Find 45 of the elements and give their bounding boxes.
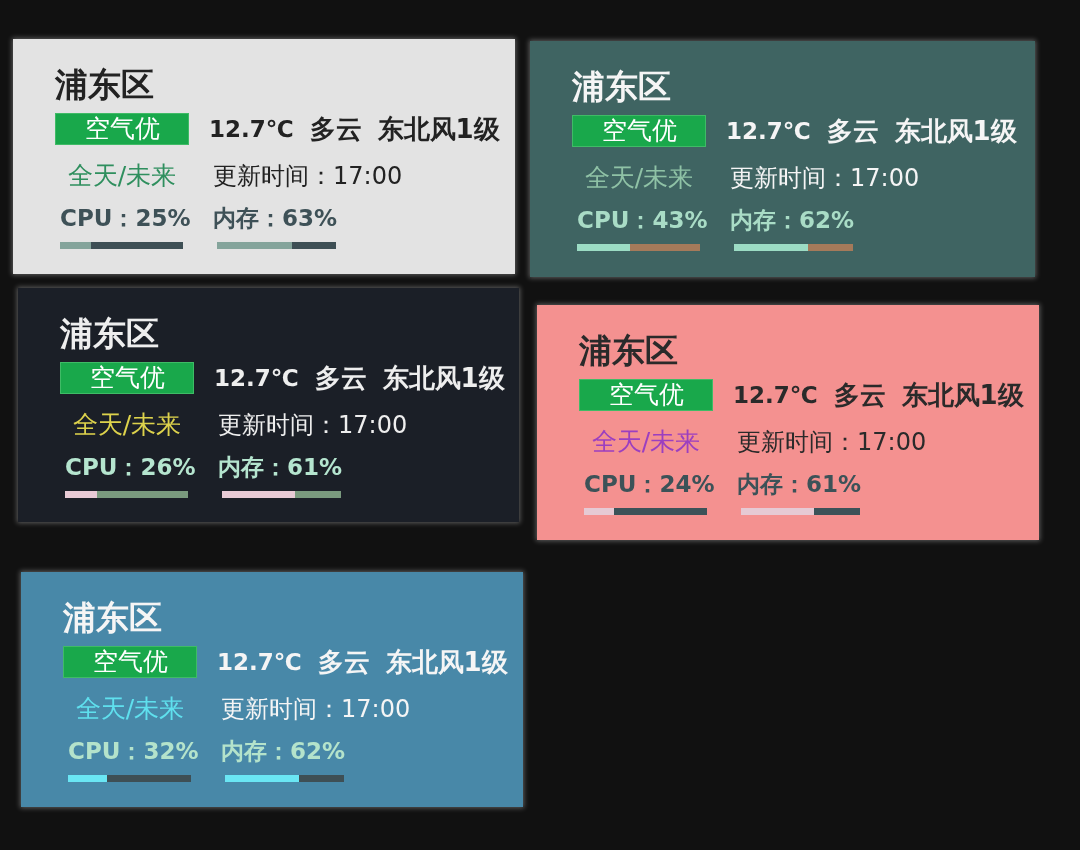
cpu-usage-label: CPU：25%: [60, 204, 191, 233]
cpu-usage-label: CPU：32%: [68, 737, 199, 766]
update-time: 更新时间：17:00: [221, 694, 411, 724]
wind-text: 东北风1级: [901, 380, 1024, 410]
weather-condition: 多云: [826, 116, 879, 146]
forecast-link[interactable]: 全天/未来: [584, 163, 694, 193]
wind-text: 东北风1级: [385, 647, 508, 677]
wind-text: 东北风1级: [377, 114, 500, 144]
air-quality-badge: 空气优: [579, 379, 713, 411]
wind-text: 东北风1级: [894, 116, 1017, 146]
temperature-text: 12.7℃: [214, 364, 299, 393]
air-quality-badge: 空气优: [572, 115, 706, 147]
cpu-usage-label: CPU：26%: [65, 453, 196, 482]
wind-text: 东北风1级: [382, 363, 505, 393]
weather-condition: 多云: [833, 380, 886, 410]
forecast-link[interactable]: 全天/未来: [591, 427, 701, 457]
air-quality-badge: 空气优: [60, 362, 194, 394]
temperature-text: 12.7℃: [726, 117, 811, 146]
forecast-link[interactable]: 全天/未来: [72, 410, 182, 440]
weather-condition: 多云: [314, 363, 367, 393]
memory-usage-label: 内存：61%: [218, 453, 343, 482]
district-name: 浦东区: [60, 314, 159, 354]
air-quality-badge: 空气优: [63, 646, 197, 678]
update-time: 更新时间：17:00: [218, 410, 408, 440]
update-time: 更新时间：17:00: [737, 427, 927, 457]
memory-usage-label: 内存：61%: [737, 470, 862, 499]
weather-condition: 多云: [317, 647, 370, 677]
cpu-usage-label: CPU：24%: [584, 470, 715, 499]
memory-usage-label: 内存：63%: [213, 204, 338, 233]
temperature-text: 12.7℃: [733, 381, 818, 410]
district-name: 浦东区: [579, 331, 678, 371]
district-name: 浦东区: [63, 598, 162, 638]
temperature-text: 12.7℃: [209, 115, 294, 144]
air-quality-badge: 空气优: [55, 113, 189, 145]
weather-condition: 多云: [309, 114, 362, 144]
update-time: 更新时间：17:00: [213, 161, 403, 191]
forecast-link[interactable]: 全天/未来: [67, 161, 177, 191]
memory-usage-label: 内存：62%: [221, 737, 346, 766]
memory-usage-label: 内存：62%: [730, 206, 855, 235]
forecast-link[interactable]: 全天/未来: [75, 694, 185, 724]
cpu-usage-label: CPU：43%: [577, 206, 708, 235]
district-name: 浦东区: [55, 65, 154, 105]
temperature-text: 12.7℃: [217, 648, 302, 677]
update-time: 更新时间：17:00: [730, 163, 920, 193]
district-name: 浦东区: [572, 67, 671, 107]
